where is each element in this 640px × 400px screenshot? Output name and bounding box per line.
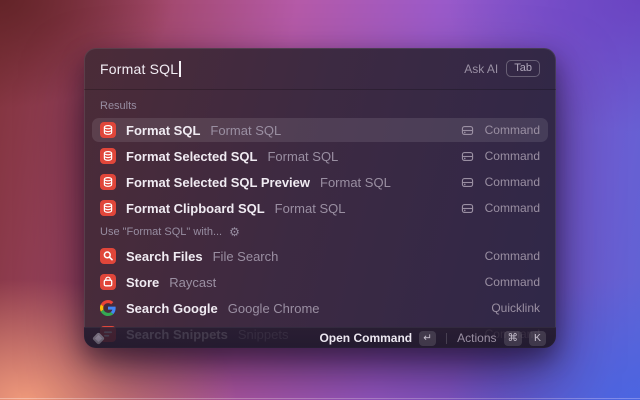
result-type-label: Quicklink (491, 301, 540, 315)
sql-icon (100, 122, 116, 138)
results-list: ResultsFormat SQLFormat SQLCommandFormat… (84, 90, 556, 346)
extension-type-icon (460, 149, 475, 164)
result-title: Format Clipboard SQL (126, 201, 265, 216)
result-type-label: Command (485, 275, 540, 289)
k-key-icon: K (529, 331, 546, 346)
google-icon (100, 300, 116, 316)
ask-ai-label[interactable]: Ask AI (464, 62, 498, 76)
result-title: Search Files (126, 249, 203, 264)
cmd-key-icon: ⌘ (504, 331, 523, 346)
result-type-label: Command (485, 175, 540, 189)
screen-bottom-edge (0, 398, 640, 399)
section-header-label: Results (100, 100, 137, 112)
text-caret (179, 61, 181, 77)
result-title: Format Selected SQL Preview (126, 175, 310, 190)
result-type-label: Command (485, 201, 540, 215)
footer-divider (446, 333, 447, 344)
result-title: Search Google (126, 301, 218, 316)
list-item[interactable]: Format Selected SQL Preview Format SQL Com… (92, 170, 548, 194)
result-title: Format SQL (126, 123, 200, 138)
sql-icon (100, 174, 116, 190)
raycast-launcher-window: Format SQL Ask AI Tab ResultsFormat SQLF… (84, 48, 556, 348)
section-header: Use "Format SQL" with... ⚙ (92, 222, 548, 244)
search-input[interactable]: Format SQL (100, 61, 181, 77)
gear-icon[interactable]: ⚙ (229, 226, 240, 238)
section-header: Results (92, 96, 548, 118)
file-search-icon (100, 248, 116, 264)
list-item[interactable]: Store Raycast Command (92, 270, 548, 294)
search-bar[interactable]: Format SQL Ask AI Tab (84, 48, 556, 90)
raycast-logo-icon (92, 332, 105, 345)
footer-bar: Open Command ↵ Actions ⌘ K (84, 327, 556, 348)
result-subtitle: Format SQL (267, 149, 338, 164)
result-type-label: Command (485, 123, 540, 137)
open-command-button[interactable]: Open Command (319, 331, 412, 345)
result-type-label: Command (485, 249, 540, 263)
tab-key-badge: Tab (506, 60, 540, 77)
sql-icon (100, 200, 116, 216)
extension-type-icon (460, 201, 475, 216)
result-title: Format Selected SQL (126, 149, 257, 164)
enter-key-icon: ↵ (419, 331, 436, 346)
list-item[interactable]: Format Selected SQL Format SQL Command (92, 144, 548, 168)
result-title: Store (126, 275, 159, 290)
store-icon (100, 274, 116, 290)
list-item[interactable]: Search Google Google Chrome Quicklink (92, 296, 548, 320)
list-item[interactable]: Search Files File Search Command (92, 244, 548, 268)
result-subtitle: Format SQL (210, 123, 281, 138)
result-type-label: Command (485, 149, 540, 163)
result-subtitle: Format SQL (320, 175, 391, 190)
sql-icon (100, 148, 116, 164)
result-subtitle: Google Chrome (228, 301, 320, 316)
extension-type-icon (460, 175, 475, 190)
result-subtitle: Raycast (169, 275, 216, 290)
extension-type-icon (460, 123, 475, 138)
list-item[interactable]: Format SQL Format SQL Command (92, 118, 548, 142)
result-subtitle: Format SQL (275, 201, 346, 216)
list-item[interactable]: Format Clipboard SQL Format SQL Command (92, 196, 548, 220)
actions-button[interactable]: Actions (457, 331, 496, 345)
result-subtitle: File Search (213, 249, 279, 264)
section-header-label: Use "Format SQL" with... (100, 226, 222, 238)
